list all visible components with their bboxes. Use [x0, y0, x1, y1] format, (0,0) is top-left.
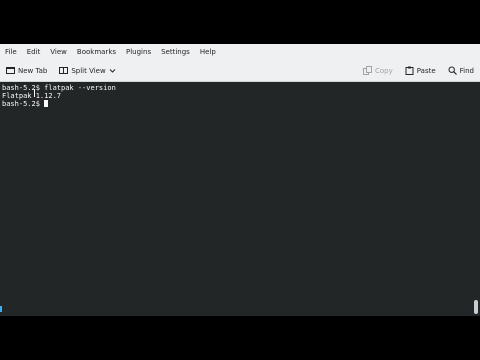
chevron-down-icon	[109, 67, 116, 74]
find-button[interactable]: Find	[442, 60, 480, 82]
menu-bar: File Edit View Bookmarks Plugins Setting…	[0, 44, 480, 60]
copy-button[interactable]: Copy	[357, 60, 399, 82]
focus-indicator	[0, 306, 2, 312]
text-cursor	[44, 100, 49, 107]
new-tab-icon	[6, 66, 15, 75]
split-view-button[interactable]: Split View	[53, 60, 121, 82]
toolbar: New Tab Split View Copy Paste Find	[0, 60, 480, 82]
search-icon	[448, 66, 457, 75]
menu-plugins[interactable]: Plugins	[121, 44, 156, 60]
copy-icon	[362, 66, 372, 75]
menu-settings[interactable]: Settings	[156, 44, 195, 60]
menu-bookmarks[interactable]: Bookmarks	[72, 44, 121, 60]
paste-label: Paste	[416, 66, 436, 75]
find-label: Find	[459, 66, 474, 75]
split-view-icon	[59, 66, 69, 75]
terminal-prompt-line: bash-5.2$	[2, 100, 470, 108]
new-tab-label: New Tab	[18, 66, 48, 75]
copy-label: Copy	[374, 66, 393, 75]
terminal-scrollbar[interactable]	[472, 82, 480, 316]
split-view-label: Split View	[71, 66, 106, 75]
menu-view[interactable]: View	[45, 44, 72, 60]
terminal-prompt: bash-5.2$	[2, 100, 45, 108]
new-tab-button[interactable]: New Tab	[0, 60, 53, 82]
konsole-window: File Edit View Bookmarks Plugins Setting…	[0, 44, 480, 316]
mouse-ibeam-cursor	[34, 89, 35, 97]
menu-file[interactable]: File	[0, 44, 22, 60]
terminal-line: bash-5.2$ flatpak --version	[2, 84, 116, 92]
scrollbar-thumb[interactable]	[474, 300, 478, 314]
paste-button[interactable]: Paste	[399, 60, 442, 82]
terminal-output[interactable]: bash-5.2$ flatpak --version Flatpak 1.12…	[0, 82, 472, 316]
menu-help[interactable]: Help	[195, 44, 221, 60]
paste-icon	[405, 66, 414, 75]
terminal-line: Flatpak 1.12.7	[2, 92, 62, 100]
menu-edit[interactable]: Edit	[22, 44, 46, 60]
